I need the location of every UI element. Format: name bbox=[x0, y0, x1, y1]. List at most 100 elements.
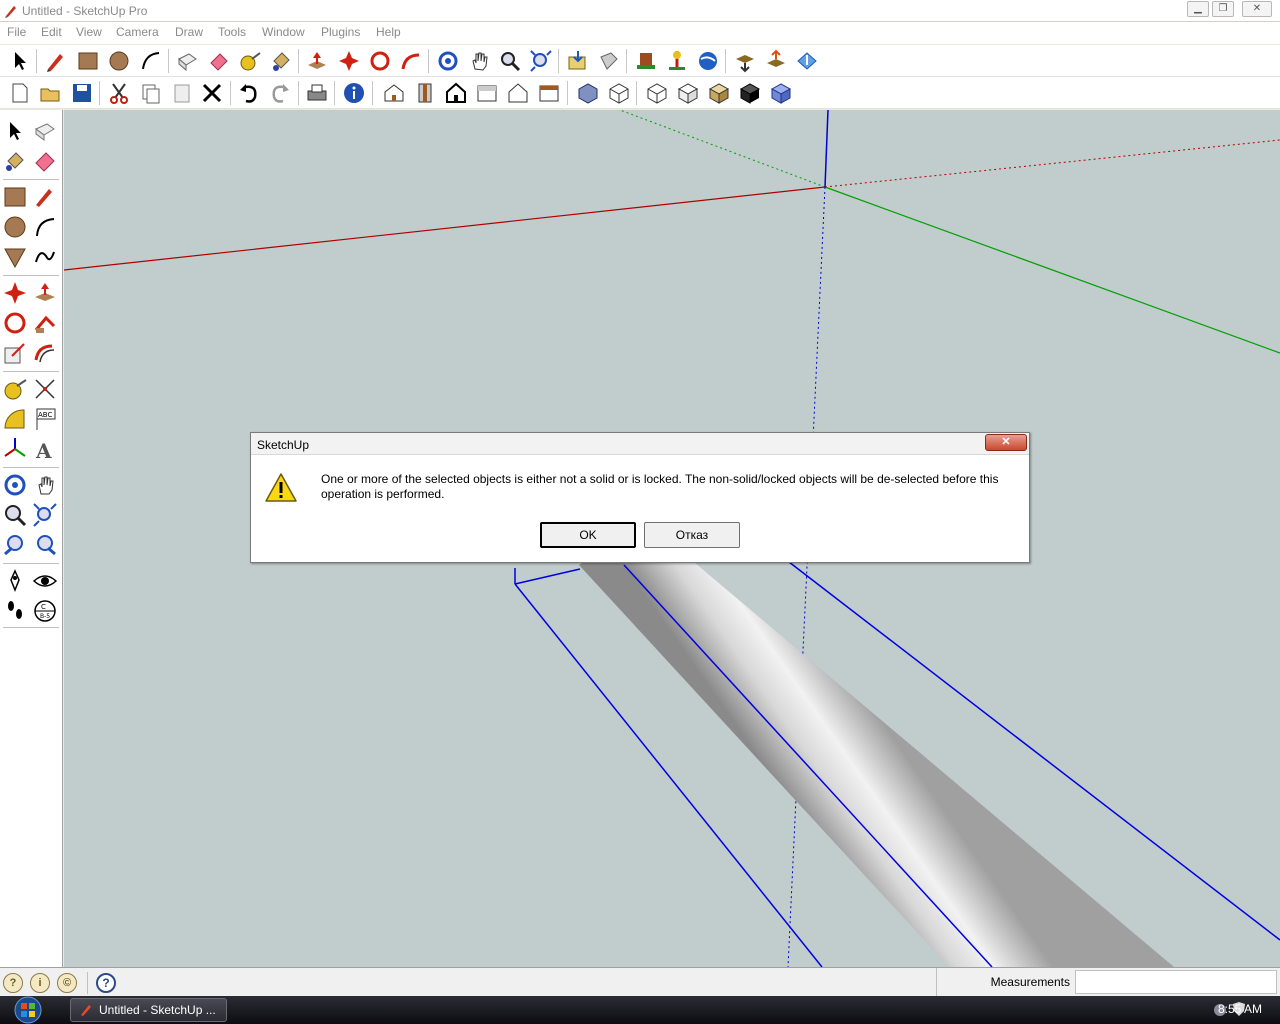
pan-tool-button[interactable] bbox=[467, 49, 493, 73]
xray-style-button[interactable] bbox=[576, 81, 602, 105]
user-icon[interactable]: © bbox=[57, 973, 77, 993]
print-button[interactable] bbox=[305, 81, 331, 105]
zoom-window-tool[interactable] bbox=[32, 502, 58, 528]
make-component-tool[interactable] bbox=[32, 118, 58, 144]
section-plane-tool[interactable]: C B-5 bbox=[32, 598, 58, 624]
zoom-extents-button[interactable] bbox=[529, 49, 555, 73]
follow-me-tool[interactable] bbox=[32, 310, 58, 336]
follow-me-button[interactable] bbox=[399, 49, 425, 73]
menu-tools[interactable]: Tools bbox=[218, 25, 246, 39]
google-earth-button[interactable] bbox=[696, 49, 722, 73]
pencil-tool-button[interactable] bbox=[44, 49, 70, 73]
3d-text-tool[interactable]: A bbox=[32, 436, 58, 463]
pan-tool[interactable] bbox=[32, 472, 58, 498]
import-button[interactable] bbox=[733, 49, 759, 73]
rectangle-tool-button[interactable] bbox=[76, 49, 102, 73]
menu-file[interactable]: File bbox=[7, 25, 26, 39]
taskbar-clock[interactable]: 8:55 AM bbox=[1218, 1002, 1262, 1016]
export-button[interactable] bbox=[764, 49, 790, 73]
get-models-button[interactable] bbox=[566, 49, 592, 73]
cut-button[interactable] bbox=[107, 81, 133, 105]
monochrome-style-button[interactable] bbox=[738, 81, 764, 105]
help-icon[interactable]: ? bbox=[96, 973, 116, 993]
menu-edit[interactable]: Edit bbox=[41, 25, 62, 39]
move-tool-button[interactable] bbox=[337, 49, 363, 73]
protractor-tool[interactable] bbox=[2, 406, 28, 432]
tape-measure-tool[interactable] bbox=[2, 376, 28, 402]
previous-view-tool[interactable] bbox=[2, 532, 28, 558]
iso-view-button[interactable] bbox=[382, 81, 408, 105]
save-file-button[interactable] bbox=[70, 81, 96, 105]
minimize-button[interactable]: ▁ bbox=[1187, 1, 1209, 17]
menu-draw[interactable]: Draw bbox=[175, 25, 203, 39]
dialog-close-button[interactable]: ✕ bbox=[985, 434, 1027, 451]
copy-button[interactable] bbox=[139, 81, 165, 105]
axes-tool[interactable] bbox=[2, 436, 28, 462]
zoom-tool[interactable] bbox=[2, 502, 28, 528]
menu-plugins[interactable]: Plugins bbox=[321, 25, 360, 39]
taskbar-sketchup-button[interactable]: Untitled - SketchUp ... bbox=[70, 998, 227, 1022]
scale-tool[interactable] bbox=[2, 340, 28, 366]
paint-bucket-tool[interactable] bbox=[2, 148, 28, 174]
paste-button[interactable] bbox=[170, 81, 196, 105]
menu-window[interactable]: Window bbox=[262, 25, 305, 39]
front-view-button[interactable] bbox=[444, 81, 470, 105]
cylinder-solid[interactable] bbox=[579, 520, 1174, 967]
make-component-button[interactable] bbox=[175, 49, 201, 73]
wireframe-style-button[interactable] bbox=[607, 81, 633, 105]
zoom-tool-button[interactable] bbox=[498, 49, 524, 73]
zoom-extents-tool[interactable] bbox=[32, 532, 58, 558]
new-file-button[interactable] bbox=[8, 81, 34, 105]
menu-camera[interactable]: Camera bbox=[116, 25, 159, 39]
rectangle-tool[interactable] bbox=[2, 184, 28, 210]
eraser-tool-button[interactable] bbox=[207, 49, 233, 73]
xray-toggle-button[interactable] bbox=[769, 81, 795, 105]
measurements-input[interactable] bbox=[1075, 970, 1277, 994]
dimension-tool[interactable] bbox=[32, 376, 58, 402]
erase-button[interactable] bbox=[200, 81, 226, 105]
position-camera-tool[interactable] bbox=[2, 568, 28, 594]
close-window-button[interactable]: ✕ bbox=[1242, 1, 1272, 17]
shaded-textures-button[interactable] bbox=[707, 81, 733, 105]
circle-tool-button[interactable] bbox=[107, 49, 133, 73]
left-view-button[interactable] bbox=[537, 81, 563, 105]
move-tool[interactable] bbox=[2, 280, 28, 306]
right-view-button[interactable] bbox=[475, 81, 501, 105]
tape-measure-button[interactable] bbox=[238, 49, 264, 73]
eraser-tool[interactable] bbox=[32, 148, 58, 174]
orbit-tool-button[interactable] bbox=[436, 49, 462, 73]
shaded-style-button[interactable] bbox=[676, 81, 702, 105]
cancel-button[interactable]: Отказ bbox=[644, 522, 740, 548]
upload-button[interactable] bbox=[795, 49, 821, 73]
arc-tool-button[interactable] bbox=[139, 49, 165, 73]
menu-help[interactable]: Help bbox=[376, 25, 401, 39]
line-tool[interactable] bbox=[32, 184, 58, 210]
circle-tool[interactable] bbox=[2, 214, 28, 240]
redo-button[interactable] bbox=[268, 81, 294, 105]
polygon-tool[interactable] bbox=[2, 244, 28, 270]
orbit-tool[interactable] bbox=[2, 472, 28, 498]
rotate-tool[interactable] bbox=[2, 310, 28, 336]
push-pull-button[interactable] bbox=[305, 49, 331, 73]
add-location-button[interactable] bbox=[665, 49, 691, 73]
look-around-tool[interactable] bbox=[32, 568, 58, 594]
select-tool[interactable] bbox=[2, 118, 28, 144]
ok-button[interactable]: OK bbox=[540, 522, 636, 548]
top-view-button[interactable] bbox=[413, 81, 439, 105]
add-building-button[interactable] bbox=[634, 49, 660, 73]
rotate-tool-button[interactable] bbox=[368, 49, 394, 73]
share-model-button[interactable] bbox=[597, 49, 623, 73]
menu-view[interactable]: View bbox=[76, 25, 102, 39]
arc-tool[interactable] bbox=[32, 214, 58, 240]
undo-button[interactable] bbox=[237, 81, 263, 105]
hidden-line-style-button[interactable] bbox=[645, 81, 671, 105]
back-view-button[interactable] bbox=[506, 81, 532, 105]
credits-icon[interactable]: i bbox=[30, 973, 50, 993]
select-tool-button[interactable] bbox=[8, 49, 34, 73]
freehand-tool[interactable] bbox=[32, 244, 58, 270]
text-tool[interactable]: ABC bbox=[32, 406, 58, 432]
model-info-button[interactable] bbox=[342, 81, 368, 105]
offset-tool[interactable] bbox=[32, 340, 58, 366]
paint-bucket-button[interactable] bbox=[269, 49, 295, 73]
restore-button[interactable]: ❐ bbox=[1212, 1, 1234, 17]
